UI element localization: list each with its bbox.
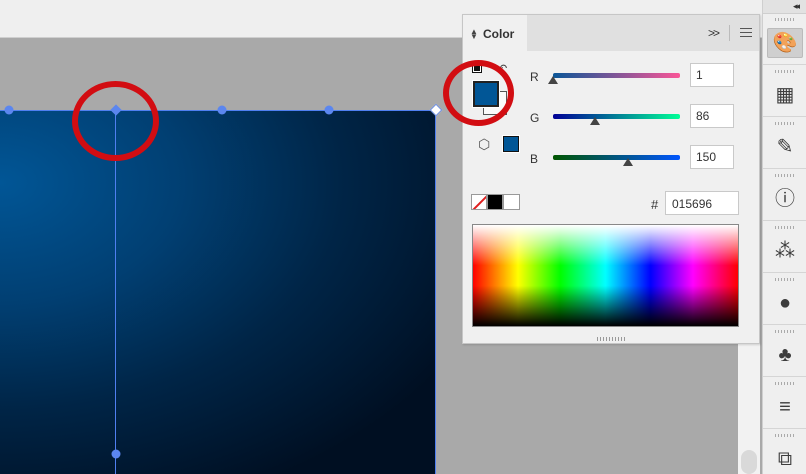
slider-b[interactable] [553,155,680,160]
annotation-circle [443,60,514,126]
swatches-icon: ▦ [775,84,795,106]
panel-resize-grip[interactable] [597,337,627,341]
dock-button-symbols[interactable]: ♣ [763,326,806,377]
dock-button-brushes[interactable]: ✎ [763,118,806,169]
tab-sort-icon: ▲ ▼ [470,27,478,41]
panel-tab-bar: ▲ ▼ Color >> [463,15,759,51]
tab-color[interactable]: ▲ ▼ Color [463,15,527,51]
dock-button-align[interactable]: ≡ [763,378,806,429]
brushes-icon: ✎ [776,136,794,158]
color-panel: ▲ ▼ Color >> ↶ ⬡ R 1 G 86 B 150 # 015696 [462,14,760,344]
hex-input[interactable]: 015696 [665,191,739,215]
slider-r[interactable] [553,73,680,78]
dock-header: ◂◂ [763,0,806,14]
dock-button-color[interactable]: 🎨 [763,14,806,65]
input-b[interactable]: 150 [690,145,734,169]
gradient-guide-line [115,110,116,474]
slider-g[interactable] [553,114,680,119]
mesh-icon: ⁂ [775,240,795,262]
annotation-circle [72,81,159,161]
anchor-point[interactable] [324,105,334,115]
panel-expand-button[interactable]: >> [708,26,720,40]
align-icon: ≡ [779,396,791,418]
hex-label: # [651,197,659,212]
dock-button-document-info[interactable]: ⓘ [763,170,806,221]
selection-bounding-box [0,110,436,474]
right-panel-dock: ◂◂ 🎨 ▦ ✎ ⓘ ⁂ ● ♣ ≡ ⧉ [762,0,806,474]
black-color-swatch[interactable] [487,194,503,210]
anchor-point[interactable] [4,105,14,115]
color-palette-icon: 🎨 [767,28,803,58]
color-spectrum[interactable] [472,224,739,327]
dock-button-mesh[interactable]: ⁂ [763,222,806,273]
panel-title: Color [483,27,515,41]
dock-button-transform[interactable]: ⧉ [763,430,806,474]
collapse-dock-icon[interactable]: ◂◂ [793,1,800,12]
web-safe-color-swatch[interactable] [502,135,520,153]
transform-icon: ⧉ [777,448,793,470]
anchor-point[interactable] [217,105,227,115]
divider [729,25,730,41]
slider-thumb-g[interactable] [590,117,600,125]
input-g[interactable]: 86 [690,104,734,128]
anchor-point[interactable] [111,449,121,459]
channel-label-g: G [530,111,540,125]
channel-label-b: B [530,152,539,166]
input-r[interactable]: 1 [690,63,734,87]
slider-thumb-r[interactable] [548,76,558,84]
document-info-icon: ⓘ [775,188,795,210]
dock-button-swatches[interactable]: ▦ [763,66,806,117]
panel-menu-icon[interactable] [740,28,752,40]
appearance-icon: ● [778,292,792,314]
symbols-icon: ♣ [778,344,792,366]
none-color-swatch[interactable] [471,194,487,210]
out-of-gamut-cube-icon[interactable]: ⬡ [478,136,490,153]
dock-button-appearance[interactable]: ● [763,274,806,325]
scrollbar-thumb[interactable] [741,450,757,474]
white-color-swatch[interactable] [503,194,520,210]
slider-thumb-b[interactable] [623,158,633,166]
channel-label-r: R [530,70,539,84]
